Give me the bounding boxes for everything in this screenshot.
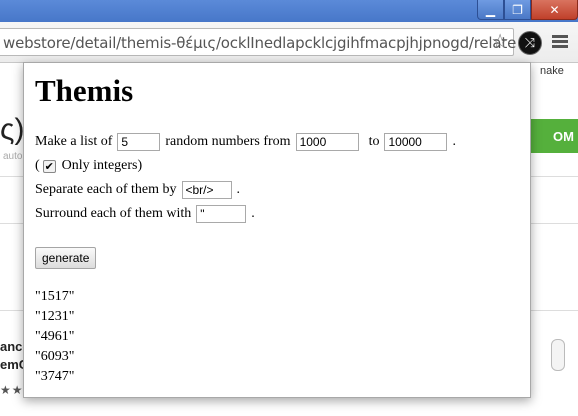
bg-add-button[interactable]: OM [526,119,578,153]
separate-label: Separate each of them by [35,182,177,197]
bookmark-star-icon[interactable]: ☆ [491,30,509,54]
integers-row: ( ✔ Only integers) [35,155,525,177]
count-input[interactable]: 5 [117,133,161,151]
results-list: "1517" "1231" "4961" "6093" "3747" [35,287,525,387]
hamburger-menu-icon[interactable] [550,33,570,51]
bg-subtitle-fragment: auto [3,151,23,162]
only-integers-label: Only integers) [61,158,143,173]
from-input[interactable]: 1000 [295,133,359,151]
minimize-icon[interactable]: ▁ [477,0,504,20]
period-label: . [251,206,255,221]
surround-row: Surround each of them with " . [35,203,525,225]
browser-toolbar: webstore/detail/themis-θέμις/ocklInedlap… [0,22,578,63]
to-input[interactable]: 10000 [384,133,448,151]
result-item: "4961" [35,329,75,344]
result-item: "1517" [35,289,75,304]
address-bar[interactable]: webstore/detail/themis-θέμις/ocklInedlap… [0,28,517,56]
separator-row: Separate each of them by <br/> . [35,179,525,201]
surround-input[interactable]: " [196,205,247,223]
restore-icon[interactable]: ❐ [504,0,531,20]
bg-title-fragment: ς) [0,113,25,146]
window-controls: ▁ ❐ ✕ [477,0,578,20]
list-row: Make a list of 5 random numbers from 100… [35,131,525,153]
url-text: webstore/detail/themis-θέμις/ocklInedlap… [3,34,517,52]
period-label: . [452,134,456,149]
result-item: "3747" [35,369,75,384]
carousel-scroll-handle[interactable] [551,339,565,371]
themis-popup: Themis Make a list of 5 random numbers f… [23,62,531,398]
period-label: . [236,182,241,197]
bg-snake-text: nake [540,65,564,77]
paren-label: ( [35,158,40,173]
popup-title: Themis [35,73,134,108]
separator-input[interactable]: <br/> [181,181,232,199]
result-item: "1231" [35,309,75,324]
bg-rating-stars: ★★ [0,383,24,397]
generate-button[interactable]: generate [35,247,97,269]
result-item: "6093" [35,349,75,364]
themis-extension-icon[interactable]: ⤨ [518,31,542,55]
to-label: to [368,134,380,149]
close-icon[interactable]: ✕ [531,0,578,20]
window-titlebar: ▁ ❐ ✕ [0,0,578,22]
random-from-label: random numbers from [165,134,291,149]
only-integers-checkbox[interactable]: ✔ [42,159,56,173]
list-prefix-label: Make a list of [35,134,113,149]
surround-label: Surround each of them with [35,206,192,221]
